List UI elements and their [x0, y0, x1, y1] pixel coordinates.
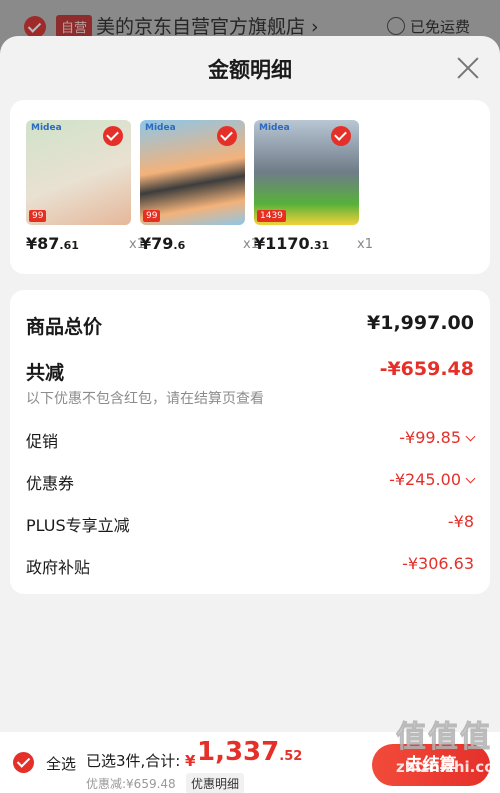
- close-icon[interactable]: [456, 56, 480, 80]
- selected-check-icon[interactable]: [217, 126, 237, 146]
- plus-discount-value: -¥8: [447, 512, 474, 531]
- price-badge: 1439: [257, 210, 286, 222]
- chevron-down-icon: [465, 473, 476, 484]
- government-subsidy-label: 政府补贴: [26, 558, 91, 577]
- discount-summary: 优惠减:¥659.48: [86, 777, 176, 791]
- total-reduction-value: -¥659.48: [379, 358, 474, 380]
- price-badge: 99: [143, 210, 161, 222]
- sheet-title: 金额明细: [208, 58, 292, 82]
- discount-note: 以下优惠不包含红包，请在结算页查看: [26, 391, 264, 407]
- product-price: ¥79.6: [140, 234, 186, 253]
- product-price: ¥1170.31: [254, 234, 330, 253]
- store-check-icon[interactable]: [24, 16, 46, 38]
- product-quantity: x1: [357, 237, 373, 252]
- info-icon[interactable]: [387, 17, 405, 35]
- price-summary: 商品总价 ¥1,997.00 共减 -¥659.48 以下优惠不包含红包，请在结…: [10, 290, 490, 594]
- promotion-value: -¥99.85: [399, 428, 476, 447]
- selected-count-text: 已选3件,合计:: [86, 752, 181, 770]
- total-price-label: 商品总价: [26, 316, 103, 338]
- chevron-down-icon: [465, 431, 476, 442]
- select-all-label[interactable]: 全选: [46, 753, 76, 774]
- promotion-label: 促销: [26, 432, 59, 451]
- total-price-value: ¥1,997.00: [367, 312, 474, 334]
- total-amount: 1,337.52: [197, 737, 303, 767]
- brand-label: Midea: [145, 123, 176, 133]
- total-reduction-label: 共减: [26, 362, 65, 384]
- coupon-value: -¥245.00: [389, 470, 476, 489]
- brand-label: Midea: [259, 123, 290, 133]
- plus-discount-label: PLUS专享立减: [26, 516, 130, 535]
- product-price: ¥87.61: [26, 234, 79, 253]
- product-list: Midea 99 ¥87.61 x1 Midea 99 ¥79.6 x1 Mid…: [10, 100, 490, 274]
- brand-label: Midea: [31, 123, 62, 133]
- select-all-check-icon[interactable]: [13, 752, 34, 773]
- checkout-bar: 全选 已选3件,合计: ¥ 1,337.52 优惠减:¥659.48 优惠明细 …: [0, 732, 500, 793]
- selected-check-icon[interactable]: [331, 126, 351, 146]
- self-operated-tag: 自营: [56, 15, 93, 38]
- price-badge: 99: [29, 210, 47, 222]
- checkout-button[interactable]: 去结算: [372, 744, 490, 786]
- government-subsidy-value: -¥306.63: [402, 554, 474, 573]
- discount-detail-button[interactable]: 优惠明细: [186, 773, 245, 793]
- free-shipping-label: 已免运费: [410, 18, 471, 36]
- amount-detail-sheet: 金额明细 Midea 99 ¥87.61 x1 Midea 99 ¥79.6 x…: [0, 36, 500, 793]
- store-name[interactable]: 美的京东自营官方旗舰店 ›: [96, 12, 319, 39]
- selected-check-icon[interactable]: [103, 126, 123, 146]
- currency-symbol: ¥: [185, 752, 196, 770]
- coupon-label: 优惠券: [26, 474, 75, 493]
